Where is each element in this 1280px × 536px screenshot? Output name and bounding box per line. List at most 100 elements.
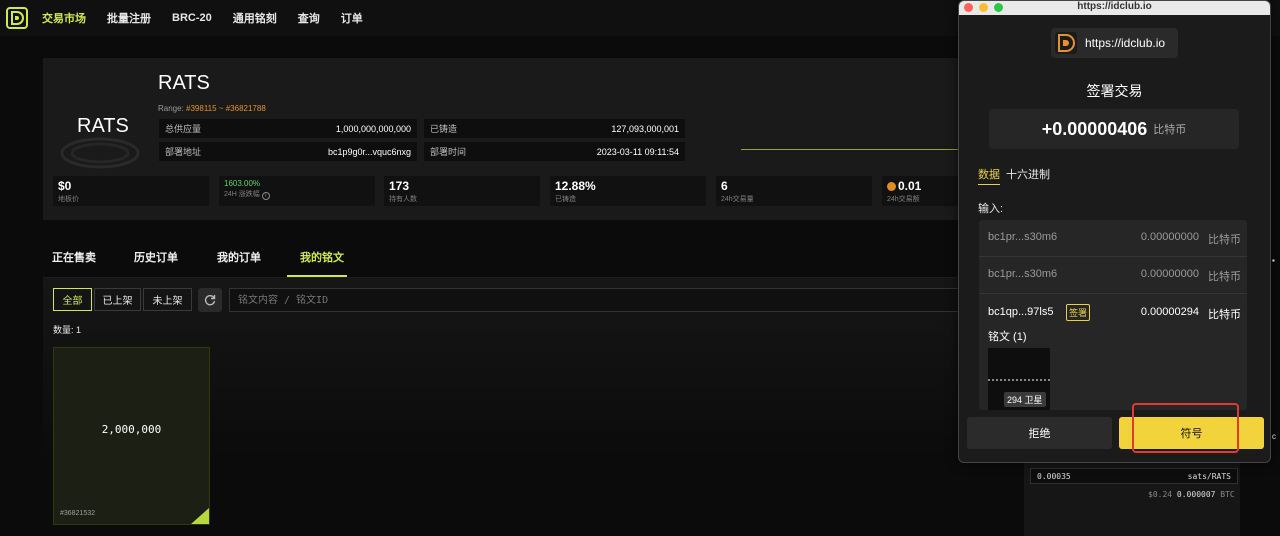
input-unit: 比特币 xyxy=(1208,234,1241,246)
idclub-logo-icon[interactable] xyxy=(6,7,28,29)
stat-holders: 173 持有人数 xyxy=(384,176,540,206)
stat-24h-volume: 6 24h交易量 xyxy=(716,176,872,206)
thumbnail-content xyxy=(988,379,1050,381)
stat-value: 12.88% xyxy=(555,179,596,193)
window-title: https://idclub.io xyxy=(1077,1,1152,12)
tab-data[interactable]: 数据 xyxy=(978,166,1000,185)
stat-label: 24h交易量 xyxy=(721,196,754,203)
site-origin: https://idclub.io xyxy=(1051,28,1178,58)
price-value: 0.00035 xyxy=(1037,471,1071,481)
token-header: RATS RATS Range: #398115 ~ #36821788 总供应… xyxy=(43,58,1038,220)
transaction-amount: +0.00000406 比特币 xyxy=(989,109,1239,149)
filter-unlisted[interactable]: 未上架 xyxy=(143,288,192,311)
total-supply-value: 1,000,000,000,000 xyxy=(335,123,411,134)
filter-all[interactable]: 全部 xyxy=(53,288,92,311)
btc-value: 0.000007 xyxy=(1176,490,1216,499)
search-input[interactable] xyxy=(229,288,1023,312)
inputs-label: 输入: xyxy=(978,203,1004,215)
deploy-time-label: 部署时间 xyxy=(430,147,467,157)
wallet-sign-popup: https://idclub.io https://idclub.io 签署交易… xyxy=(958,0,1271,463)
tab-my-inscriptions[interactable]: 我的铭文 xyxy=(300,249,344,265)
refresh-icon xyxy=(204,295,216,306)
input-address: bc1pr...s30m6 xyxy=(988,231,1058,243)
reject-button[interactable]: 拒绝 xyxy=(967,417,1112,449)
stat-value: 173 xyxy=(389,179,410,193)
btc-unit: BTC xyxy=(1220,490,1235,499)
nav-item-market[interactable]: 交易市场 xyxy=(42,10,86,26)
deploy-time-value: 2023-03-11 09:11:54 xyxy=(596,146,679,157)
token-name: RATS xyxy=(158,72,210,94)
minted-label: 已铸造 xyxy=(430,124,458,134)
price-input[interactable]: 0.00035 sats/RATS xyxy=(1030,468,1238,484)
input-row: bc1pr...s30m6 0.00000000 比特币 xyxy=(979,220,1247,257)
input-amount: 0.00000294 xyxy=(1140,306,1199,318)
stat-value: 1603.00% xyxy=(224,179,261,188)
tab-on-sale[interactable]: 正在售卖 xyxy=(52,249,96,265)
filter-listed[interactable]: 已上架 xyxy=(94,288,141,311)
inscription-card[interactable]: 2,000,000 #36821532 xyxy=(53,347,210,525)
inscriptions-label: 铭文 (1) xyxy=(988,331,1027,343)
edge-fragment: ▪ xyxy=(1272,256,1275,265)
deployer-label: 部署地址 xyxy=(165,147,202,157)
input-unit: 比特币 xyxy=(1208,271,1241,283)
tab-my-orders[interactable]: 我的订单 xyxy=(217,249,261,265)
usd-value: $0.24 xyxy=(1148,490,1173,499)
popup-title: 签署交易 xyxy=(1086,83,1143,99)
price-conversion: $0.24 0.000007 BTC xyxy=(1148,490,1235,499)
inscription-thumbnail: 294 卫星 xyxy=(988,348,1050,410)
total-supply-label: 总供应量 xyxy=(165,124,202,134)
nav-item-brc20[interactable]: BRC-20 xyxy=(172,12,212,24)
token-range: Range: #398115 ~ #36821788 xyxy=(158,104,266,113)
edge-fragment: c xyxy=(1272,432,1276,441)
idclub-site-icon xyxy=(1055,32,1077,54)
refresh-button[interactable] xyxy=(198,288,222,312)
stat-label: 已铸造 xyxy=(555,196,576,203)
selected-check-icon xyxy=(191,508,209,524)
range-sep: ~ xyxy=(218,104,224,113)
amount-unit: 比特币 xyxy=(1153,124,1187,136)
stat-floor-price: $0 地板价 xyxy=(53,176,209,206)
input-row: bc1qp...97ls5 签署 0.00000294 比特币 xyxy=(979,295,1247,332)
input-amount: 0.00000000 xyxy=(1140,231,1199,243)
stat-label: 持有人数 xyxy=(389,196,417,203)
nav-item-query[interactable]: 查询 xyxy=(298,10,320,26)
tab-history-orders[interactable]: 历史订单 xyxy=(134,249,178,265)
nav-item-inscribe[interactable]: 通用铭刻 xyxy=(233,10,277,26)
highlight-box xyxy=(1132,403,1239,453)
minted-row: 已铸造 127,093,000,001 xyxy=(424,119,685,138)
stat-label: 24H 涨跌幅 xyxy=(224,191,260,198)
input-amount: 0.00000000 xyxy=(1140,268,1199,280)
inscription-count: 数量: 1 xyxy=(53,325,82,335)
deployer-address[interactable]: bc1p9g0r...vquc6nxg xyxy=(328,147,411,157)
input-address: bc1qp...97ls5 xyxy=(988,306,1054,318)
range-from: #398115 xyxy=(186,104,217,113)
input-address: bc1pr...s30m6 xyxy=(988,268,1058,280)
inputs-list: bc1pr...s30m6 0.00000000 比特币 bc1pr...s30… xyxy=(979,220,1247,410)
token-image-label: RATS xyxy=(77,115,129,137)
total-supply-row: 总供应量 1,000,000,000,000 xyxy=(159,119,417,138)
amount-value: +0.00000406 xyxy=(1041,118,1148,139)
price-unit: sats/RATS xyxy=(1187,471,1231,481)
minted-value: 127,093,000,001 xyxy=(611,123,679,134)
stat-value: 6 xyxy=(721,179,728,193)
inscription-id: #36821532 xyxy=(60,510,96,517)
nav-item-batch-register[interactable]: 批量注册 xyxy=(107,10,151,26)
stat-24h-change: 1603.00% 24H 涨跌幅 i xyxy=(219,176,375,206)
sats-badge: 294 卫星 xyxy=(1004,392,1046,407)
nav-item-orders[interactable]: 订单 xyxy=(341,10,363,26)
bitcoin-coin-icon xyxy=(887,182,896,191)
input-unit: 比特币 xyxy=(1208,309,1241,321)
stat-value: $0 xyxy=(58,179,72,193)
window-titlebar: https://idclub.io xyxy=(959,1,1270,15)
info-icon[interactable]: i xyxy=(261,192,270,200)
deployer-row: 部署地址 bc1p9g0r...vquc6nxg xyxy=(159,142,417,161)
stat-minted-pct: 12.88% 已铸造 xyxy=(550,176,706,206)
deploy-time-row: 部署时间 2023-03-11 09:11:54 xyxy=(424,142,685,161)
range-prefix: Range: xyxy=(158,104,184,113)
range-to: #36821788 xyxy=(225,104,266,113)
stat-label-wrap: 24H 涨跌幅 i xyxy=(224,189,370,200)
active-tab-indicator xyxy=(287,275,347,277)
stat-value: 0.01 xyxy=(898,179,922,193)
token-image: RATS xyxy=(55,73,145,173)
tab-hex[interactable]: 十六进制 xyxy=(1006,166,1050,182)
